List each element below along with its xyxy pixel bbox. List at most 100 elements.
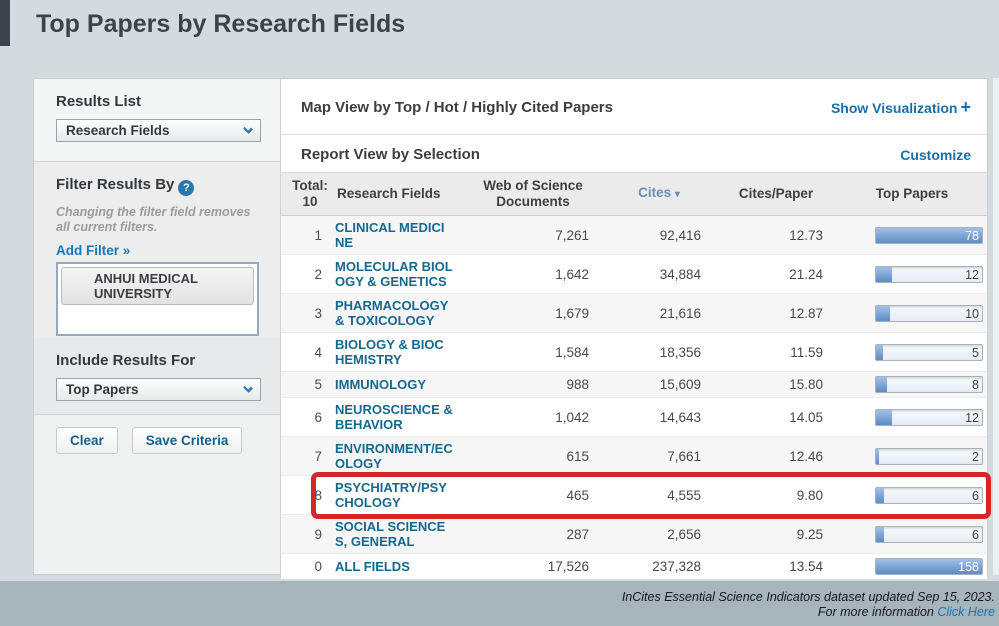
- top-papers-bar-fill: [876, 488, 884, 503]
- footer-info-line: For more information Click Here: [0, 605, 995, 620]
- cites-per-paper-header: Cites/Paper: [715, 173, 837, 216]
- include-results-label: Include Results For: [56, 352, 260, 369]
- rank-cell: 6: [281, 398, 335, 437]
- cites-cell: 34,884: [603, 255, 715, 294]
- field-link[interactable]: BIOLOGY & BIOCHEMISTRY: [335, 337, 453, 367]
- cites-per-paper-cell: 9.25: [715, 515, 837, 554]
- field-link[interactable]: ENVIRONMENT/ECOLOGY: [335, 441, 453, 471]
- top-papers-cell: 6: [837, 515, 987, 554]
- cites-sort-header[interactable]: Cites ▾: [603, 173, 715, 216]
- cites-cell: 21,616: [603, 294, 715, 333]
- top-papers-bar: 8: [875, 376, 983, 393]
- table-row: 2 MOLECULAR BIOLOGY & GENETICS 1,642 34,…: [281, 255, 987, 294]
- filter-label: Filter Results By?: [56, 176, 260, 196]
- top-papers-bar-fill: [876, 345, 883, 360]
- click-here-link[interactable]: Click Here: [937, 605, 995, 619]
- customize-link[interactable]: Customize: [900, 147, 971, 163]
- top-papers-value: 158: [958, 559, 979, 575]
- wos-documents-cell: 7,261: [463, 216, 603, 255]
- save-criteria-button[interactable]: Save Criteria: [132, 427, 243, 454]
- top-papers-bar-fill: [876, 527, 884, 542]
- top-papers-bar: 6: [875, 487, 983, 504]
- top-papers-cell: 10: [837, 294, 987, 333]
- filter-note: Changing the filter field removes all cu…: [56, 205, 260, 235]
- results-list-label: Results List: [56, 93, 260, 110]
- cites-per-paper-cell: 12.73: [715, 216, 837, 255]
- results-list-dropdown[interactable]: Research Fields: [56, 119, 261, 142]
- field-cell: CLINICAL MEDICINE: [335, 216, 463, 255]
- top-papers-value: 8: [972, 377, 979, 393]
- top-papers-value: 12: [965, 410, 979, 426]
- cites-per-paper-cell: 13.54: [715, 554, 837, 580]
- cites-per-paper-cell: 14.05: [715, 398, 837, 437]
- cites-per-paper-cell: 12.87: [715, 294, 837, 333]
- field-cell: ALL FIELDS: [335, 554, 463, 580]
- field-cell: MOLECULAR BIOLOGY & GENETICS: [335, 255, 463, 294]
- table-row: 9 SOCIAL SCIENCES, GENERAL 287 2,656 9.2…: [281, 515, 987, 554]
- top-papers-bar: 6: [875, 526, 983, 543]
- table-row: 1 CLINICAL MEDICINE 7,261 92,416 12.73 7…: [281, 216, 987, 255]
- cites-cell: 14,643: [603, 398, 715, 437]
- map-view-bar: Map View by Top / Hot / Highly Cited Pap…: [281, 79, 987, 134]
- rank-cell: 3: [281, 294, 335, 333]
- field-link[interactable]: IMMUNOLOGY: [335, 377, 453, 392]
- report-table: Total: 10 Research Fields Web of Science…: [281, 172, 987, 580]
- top-papers-bar: 5: [875, 344, 983, 361]
- field-link[interactable]: MOLECULAR BIOLOGY & GENETICS: [335, 259, 453, 289]
- field-link[interactable]: SOCIAL SCIENCES, GENERAL: [335, 519, 453, 549]
- field-cell: IMMUNOLOGY: [335, 372, 463, 398]
- field-link[interactable]: PSYCHIATRY/PSYCHOLOGY: [335, 480, 453, 510]
- wos-documents-cell: 465: [463, 476, 603, 515]
- rank-cell: 8: [281, 476, 335, 515]
- wos-documents-cell: 1,679: [463, 294, 603, 333]
- cites-per-paper-cell: 11.59: [715, 333, 837, 372]
- field-cell: BIOLOGY & BIOCHEMISTRY: [335, 333, 463, 372]
- page-title: Top Papers by Research Fields: [36, 10, 405, 39]
- field-link[interactable]: CLINICAL MEDICINE: [335, 220, 453, 250]
- show-visualization-link[interactable]: Show Visualization+: [831, 97, 971, 118]
- field-link[interactable]: NEUROSCIENCE & BEHAVIOR: [335, 402, 453, 432]
- sidebar-buttons-section: Clear Save Criteria: [34, 414, 280, 574]
- wos-documents-header: Web of ScienceDocuments: [463, 173, 603, 216]
- wos-documents-cell: 988: [463, 372, 603, 398]
- cites-cell: 15,609: [603, 372, 715, 398]
- field-cell: PHARMACOLOGY & TOXICOLOGY: [335, 294, 463, 333]
- wos-documents-cell: 1,042: [463, 398, 603, 437]
- top-papers-cell: 5: [837, 333, 987, 372]
- wos-documents-cell: 1,642: [463, 255, 603, 294]
- top-papers-bar: 10: [875, 305, 983, 322]
- main-area: Map View by Top / Hot / Highly Cited Pap…: [281, 79, 987, 574]
- results-list-dropdown-value: Research Fields: [66, 123, 170, 138]
- wos-documents-cell: 615: [463, 437, 603, 476]
- selected-filter-item[interactable]: ANHUI MEDICAL UNIVERSITY: [61, 267, 254, 305]
- rank-cell: 9: [281, 515, 335, 554]
- include-results-dropdown[interactable]: Top Papers: [56, 378, 261, 401]
- top-papers-bar: 12: [875, 409, 983, 426]
- top-papers-bar-fill: [876, 410, 892, 425]
- field-link[interactable]: ALL FIELDS: [335, 559, 453, 574]
- filter-listbox[interactable]: ANHUI MEDICAL UNIVERSITY: [56, 262, 259, 336]
- top-papers-value: 6: [972, 527, 979, 543]
- add-filter-link[interactable]: Add Filter »: [56, 243, 130, 258]
- sort-down-icon: ▾: [675, 189, 680, 200]
- cites-cell: 92,416: [603, 216, 715, 255]
- report-view-title: Report View by Selection: [301, 146, 480, 163]
- field-cell: SOCIAL SCIENCES, GENERAL: [335, 515, 463, 554]
- plus-icon: +: [960, 97, 971, 117]
- rank-cell: 1: [281, 216, 335, 255]
- clear-button[interactable]: Clear: [56, 427, 118, 454]
- table-header-row: Total: 10 Research Fields Web of Science…: [281, 173, 987, 216]
- question-mark-icon[interactable]: ?: [178, 180, 194, 196]
- field-link[interactable]: PHARMACOLOGY & TOXICOLOGY: [335, 298, 453, 328]
- sidebar: Results List Research Fields Filter Resu…: [34, 79, 281, 574]
- cites-per-paper-cell: 15.80: [715, 372, 837, 398]
- top-papers-bar: 158: [875, 558, 983, 575]
- wos-documents-cell: 17,526: [463, 554, 603, 580]
- table-row: 8 PSYCHIATRY/PSYCHOLOGY 465 4,555 9.80 6: [281, 476, 987, 515]
- chevron-down-icon: [243, 382, 253, 392]
- cites-cell: 4,555: [603, 476, 715, 515]
- cites-cell: 2,656: [603, 515, 715, 554]
- cites-cell: 18,356: [603, 333, 715, 372]
- total-count: 10: [285, 194, 335, 210]
- top-papers-bar: 12: [875, 266, 983, 283]
